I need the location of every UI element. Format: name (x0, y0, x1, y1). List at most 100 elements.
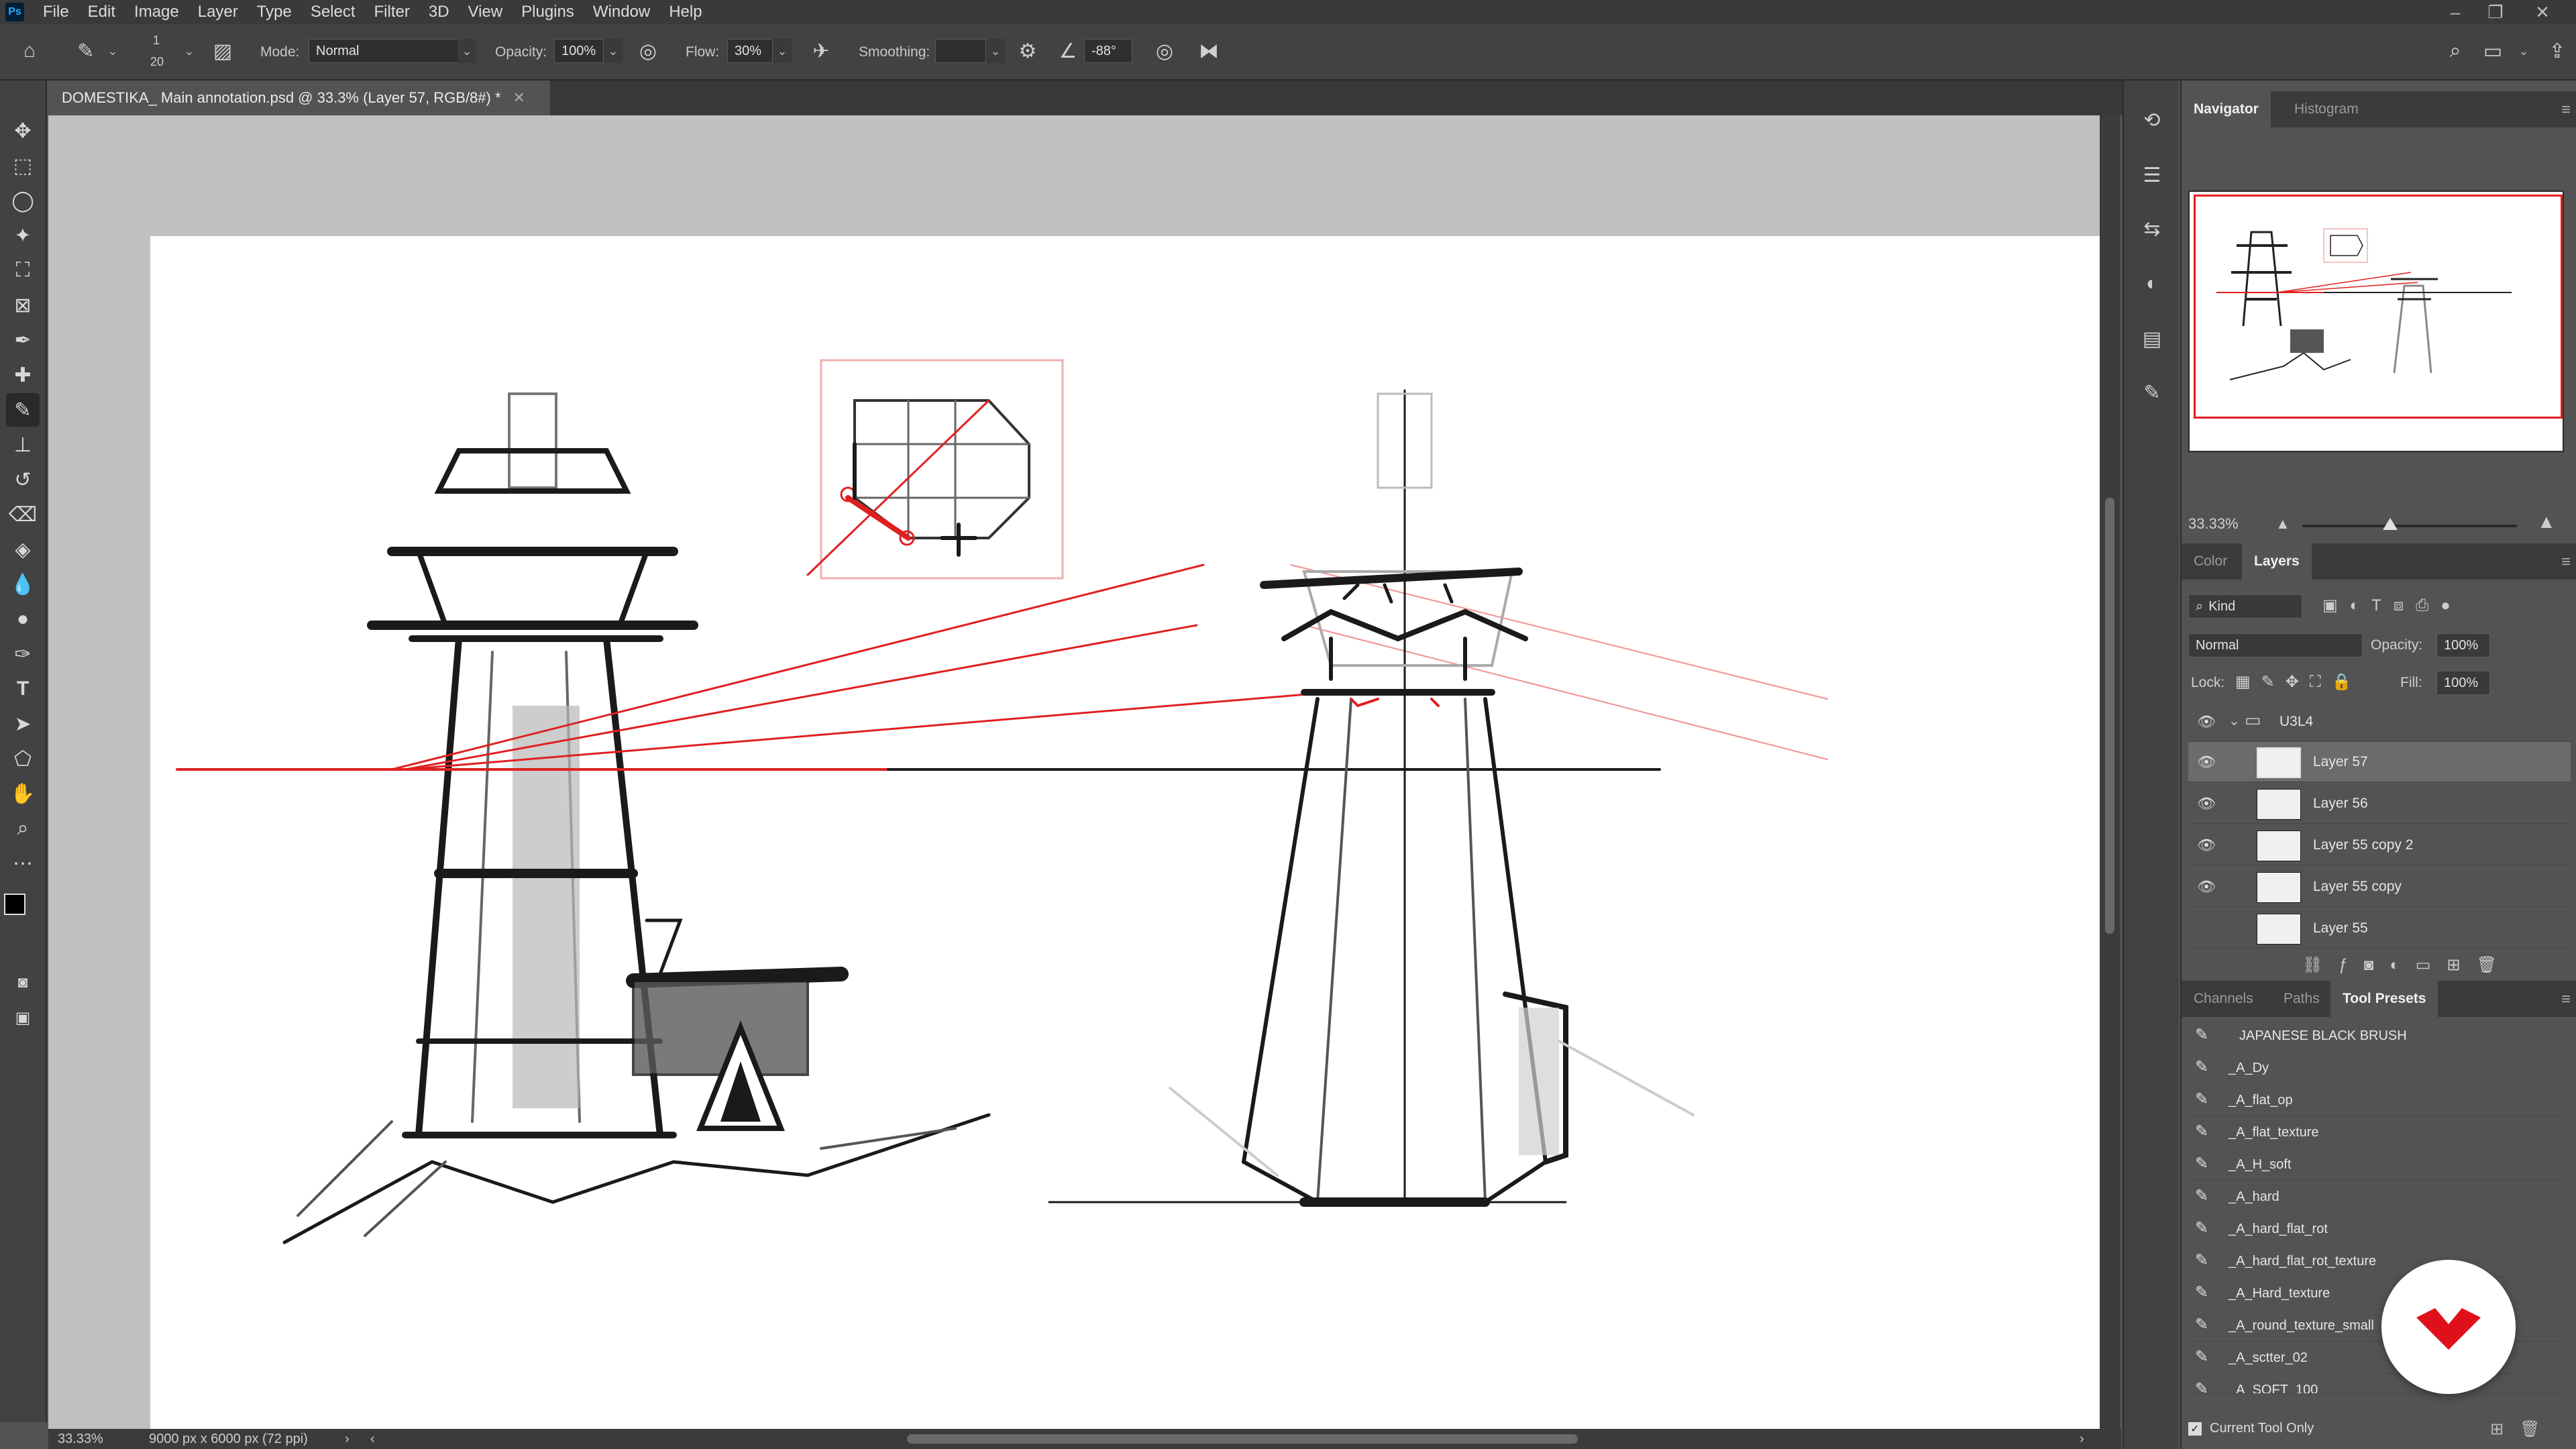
brush-settings-icon[interactable]: ▨ (208, 36, 237, 66)
eye-icon[interactable]: 👁 (2196, 712, 2216, 731)
type-tool-icon[interactable]: T (6, 672, 40, 706)
brush-size-value[interactable]: 20 (150, 55, 164, 69)
lock-icons[interactable]: ▦✎✥⛶🔒 (2235, 672, 2363, 692)
navigator-preview[interactable] (2188, 191, 2564, 452)
healing-brush-icon[interactable]: ✚ (6, 358, 40, 392)
preset-row[interactable]: ✎ _A_hard (2188, 1181, 2564, 1213)
pressure-opacity-icon[interactable]: ◎ (633, 36, 663, 66)
close-window-icon[interactable]: ✕ (2522, 0, 2563, 24)
layer-row[interactable]: □ Layer 55 (2188, 908, 2571, 949)
smoothing-field[interactable] (935, 39, 986, 63)
preset-row[interactable]: ✎ _A_Dy (2188, 1052, 2564, 1084)
fill-field[interactable]: 100% (2436, 671, 2490, 695)
styles-panel-icon[interactable]: ◐ (2135, 267, 2169, 301)
dodge-tool-icon[interactable]: ● (6, 602, 40, 636)
angle-icon[interactable]: ∠ (1053, 36, 1083, 66)
layer-group-row[interactable]: 👁 ⌄ ▭ U3L4 (2188, 702, 2571, 742)
scroll-right-icon[interactable]: › (2080, 1432, 2084, 1447)
tab-tool-presets[interactable]: Tool Presets (2330, 981, 2438, 1017)
eraser-icon[interactable]: ⌫ (6, 498, 40, 531)
preset-row[interactable]: ✎ _A_flat_op (2188, 1084, 2564, 1116)
eye-hidden-icon[interactable]: □ (2196, 919, 2216, 938)
history-panel-icon[interactable]: ⟲ (2135, 103, 2169, 137)
properties-panel-icon[interactable]: ☰ (2135, 158, 2169, 192)
frame-tool-icon[interactable]: ⊠ (6, 288, 40, 322)
crop-tool-icon[interactable]: ⛶ (6, 254, 40, 287)
layer-opacity-field[interactable]: 100% (2436, 633, 2490, 657)
symmetry-icon[interactable]: ⧓ (1194, 36, 1224, 66)
quick-mask-icon[interactable]: ◙ (6, 966, 40, 1000)
foreground-color-swatch[interactable] (4, 894, 25, 915)
zoom-out-icon[interactable]: ▲ (2275, 515, 2290, 533)
vertical-scrollbar[interactable] (2100, 115, 2120, 1430)
tab-layers[interactable]: Layers (2242, 543, 2312, 580)
opacity-field[interactable]: 100% (554, 39, 604, 63)
preset-row[interactable]: ✎ _A_H_soft (2188, 1148, 2564, 1181)
magic-wand-icon[interactable]: ✦ (6, 219, 40, 252)
menu-select[interactable]: Select (301, 3, 365, 21)
history-brush-icon[interactable]: ↺ (6, 463, 40, 496)
tab-histogram[interactable]: Histogram (2282, 91, 2371, 127)
menu-edit[interactable]: Edit (78, 3, 125, 21)
airbrush-icon[interactable]: ✈ (806, 36, 836, 66)
vertical-scroll-thumb[interactable] (2105, 498, 2114, 934)
menu-help[interactable]: Help (659, 3, 711, 21)
mode-select[interactable]: Normal (309, 39, 476, 63)
menu-type[interactable]: Type (248, 3, 301, 21)
layer-blend-mode[interactable]: Normal (2188, 633, 2363, 657)
tab-channels[interactable]: Channels (2182, 981, 2265, 1017)
angle-field[interactable]: -88° (1084, 39, 1132, 63)
navigator-menu-icon[interactable]: ≡ (2561, 101, 2571, 119)
close-tab-icon[interactable]: ✕ (513, 89, 525, 107)
mode-caret-icon[interactable]: ⌄ (458, 39, 476, 63)
menu-image[interactable]: Image (125, 3, 189, 21)
layer-filter-icons[interactable]: ▣◐T⧈⎙● (2322, 596, 2463, 615)
checkbox-checked-icon[interactable]: ✓ (2188, 1421, 2202, 1436)
blur-tool-icon[interactable]: 💧 (6, 568, 40, 601)
status-more-icon[interactable]: › (345, 1432, 350, 1447)
navigator-view-box[interactable] (2194, 195, 2563, 419)
brush-tool-icon[interactable]: ✎ (71, 36, 101, 66)
current-tool-only-option[interactable]: ✓ Current Tool Only (2188, 1421, 2314, 1436)
layer-filter-kind[interactable]: ⌕ Kind (2188, 594, 2302, 619)
zoom-in-icon[interactable]: ▲ (2537, 511, 2556, 533)
presets-menu-icon[interactable]: ≡ (2561, 990, 2571, 1009)
tab-paths[interactable]: Paths (2271, 981, 2332, 1017)
eye-icon[interactable]: 👁 (2196, 753, 2216, 771)
opacity-caret-icon[interactable]: ⌄ (604, 39, 623, 63)
adjustments-panel-icon[interactable]: ⇆ (2135, 212, 2169, 246)
eyedropper-icon[interactable]: ✒ (6, 323, 40, 357)
menu-3d[interactable]: 3D (419, 3, 459, 21)
layers-menu-icon[interactable]: ≡ (2561, 553, 2571, 572)
menu-window[interactable]: Window (584, 3, 659, 21)
eye-icon[interactable]: 👁 (2196, 836, 2216, 855)
hand-tool-icon[interactable]: ✋ (6, 777, 40, 810)
status-zoom[interactable]: 33.33% (58, 1432, 103, 1447)
menu-view[interactable]: View (459, 3, 513, 21)
share-icon[interactable]: ⇪ (2542, 36, 2572, 66)
workspace-icon[interactable]: ▭ (2478, 36, 2508, 66)
menu-plugins[interactable]: Plugins (512, 3, 584, 21)
zoom-slider-handle[interactable] (2383, 518, 2398, 530)
eye-icon[interactable]: 👁 (2196, 794, 2216, 813)
lasso-tool-icon[interactable]: ◯ (6, 184, 40, 217)
menu-file[interactable]: File (34, 3, 78, 21)
flow-caret-icon[interactable]: ⌄ (773, 39, 792, 63)
path-selection-icon[interactable]: ➤ (6, 707, 40, 741)
eye-icon[interactable]: 👁 (2196, 877, 2216, 896)
layer-row[interactable]: 👁 Layer 57 (2188, 742, 2571, 782)
layer-row[interactable]: 👁 Layer 55 copy (2188, 867, 2571, 907)
shape-tool-icon[interactable]: ⬠ (6, 742, 40, 775)
more-tools-icon[interactable]: ⋯ (6, 847, 40, 880)
brush-preset-caret-icon[interactable]: ⌄ (103, 39, 122, 63)
brushes-panel-icon[interactable]: ✎ (2135, 376, 2169, 409)
zoom-tool-icon[interactable]: ⌕ (6, 812, 40, 845)
search-icon[interactable]: ⌕ (2440, 36, 2470, 66)
brush-size-caret-icon[interactable]: ⌄ (180, 39, 199, 63)
tab-color[interactable]: Color (2182, 543, 2239, 580)
preset-row[interactable]: ✎ _A_flat_texture (2188, 1116, 2564, 1148)
smoothing-caret-icon[interactable]: ⌄ (986, 39, 1005, 63)
horizontal-scroll-thumb[interactable] (907, 1434, 1578, 1444)
zoom-slider[interactable] (2302, 525, 2517, 527)
navigator-zoom-value[interactable]: 33.33% (2188, 515, 2239, 533)
